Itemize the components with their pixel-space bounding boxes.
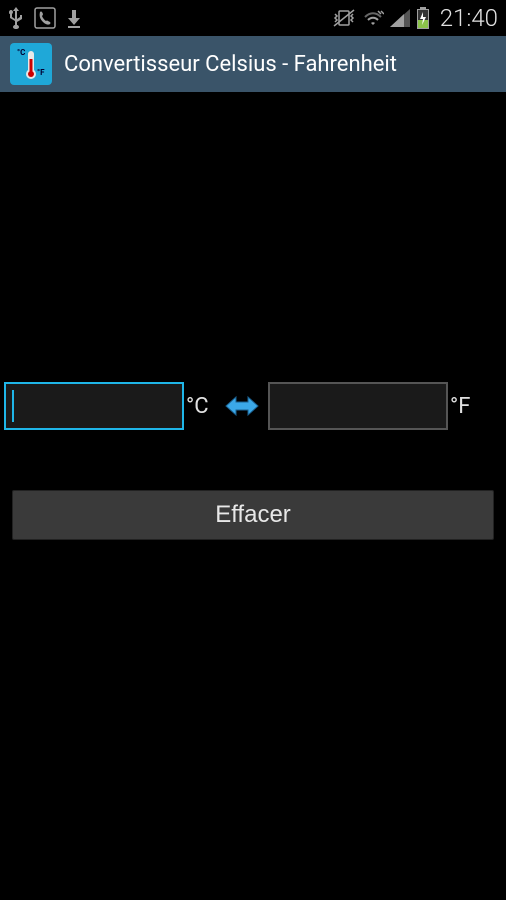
celsius-group: °C (4, 382, 216, 430)
usb-icon (8, 7, 24, 29)
clear-button[interactable]: Effacer (12, 490, 494, 540)
app-bar: °C °F Convertisseur Celsius - Fahrenheit (0, 36, 506, 92)
battery-icon (416, 7, 430, 29)
fahrenheit-group: °F (268, 382, 480, 430)
signal-icon (390, 9, 410, 27)
status-left (8, 7, 82, 29)
wifi-icon (362, 9, 384, 27)
fahrenheit-input[interactable] (268, 382, 448, 430)
fahrenheit-unit-label: °F (450, 394, 480, 419)
phone-icon (34, 7, 56, 29)
svg-text:°F: °F (37, 68, 45, 77)
status-bar: 21:40 (0, 0, 506, 36)
app-icon: °C °F (10, 43, 52, 85)
content-area: °C °F Effacer (0, 382, 506, 540)
app-title: Convertisseur Celsius - Fahrenheit (64, 52, 397, 77)
text-cursor (12, 390, 14, 422)
swap-icon[interactable] (220, 392, 264, 420)
download-icon (66, 8, 82, 28)
vibrate-icon (332, 8, 356, 28)
converter-row: °C °F (4, 382, 502, 430)
celsius-input[interactable] (4, 382, 184, 430)
celsius-unit-label: °C (186, 394, 216, 419)
status-right: 21:40 (332, 4, 498, 32)
clear-button-label: Effacer (215, 501, 291, 529)
clock: 21:40 (440, 4, 498, 32)
svg-text:°C: °C (17, 48, 25, 57)
